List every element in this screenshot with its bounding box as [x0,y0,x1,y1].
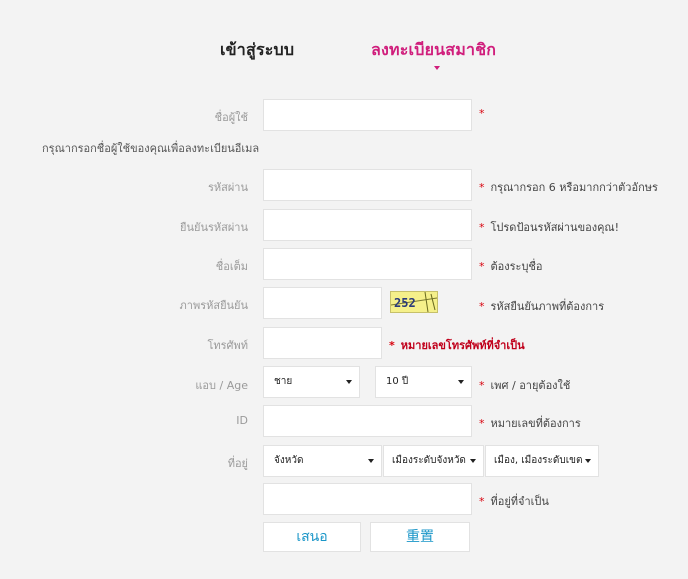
username-input[interactable] [263,99,472,131]
username-required-mark: * [479,107,491,120]
captcha-hint-text: รหัสยืนยันภาพที่ต้องการ [490,300,605,313]
province-select[interactable]: จังหวัด [263,445,382,477]
required-star: * [479,417,485,430]
required-star: * [479,260,485,273]
required-star: * [479,181,485,194]
subdistrict-select[interactable]: เมือง, เมืองระดับเขต [485,445,599,477]
required-star: * [479,300,485,313]
chevron-down-icon [458,380,464,384]
password-hint-text: กรุณากรอก 6 หรือมากกว่าตัวอักษร [490,181,658,194]
required-star: * [479,221,485,234]
captcha-hint: * รหัสยืนยันภาพที่ต้องการ [479,297,604,315]
chevron-down-icon [346,380,352,384]
reset-button[interactable]: 重置 [370,522,470,552]
confirm-password-label: ยืนยันรหัสผ่าน [180,221,248,234]
full-name-hint-text: ต้องระบุชื่อ [490,260,543,273]
gender-select-value: ชาย [274,376,293,387]
address-hint-text: ที่อยู่ที่จำเป็น [490,495,549,508]
age-select-value: 10 ปี [386,376,409,387]
age-select[interactable]: 10 ปี [375,366,472,398]
full-name-hint: * ต้องระบุชื่อ [479,257,543,275]
province-select-value: จังหวัด [274,455,304,466]
submit-button[interactable]: เสนอ [263,522,361,552]
tab-register[interactable]: ลงทะเบียนสมาชิก [371,38,496,63]
phone-hint: * หมายเลขโทรศัพท์ที่จำเป็น [389,336,525,354]
id-input[interactable] [263,405,472,437]
password-label: รหัสผ่าน [207,181,248,194]
gender-age-hint-text: เพศ / อายุต้องใช้ [490,379,571,392]
phone-label: โทรศัพท์ [207,339,248,352]
active-tab-indicator [434,66,440,70]
username-note: กรุณากรอกชื่อผู้ใช้ของคุณเพื่อลงทะเบียนอ… [42,142,260,155]
chevron-down-icon [368,459,374,463]
chevron-down-icon [585,459,591,463]
username-label: ชื่อผู้ใช้ [214,111,248,124]
subdistrict-select-value: เมือง, เมืองระดับเขต [494,455,583,466]
address-label: ที่อยู่ [227,457,248,470]
district-select-value: เมืองระดับจังหวัด [392,455,466,466]
confirm-password-hint-text: โปรดป้อนรหัสผ่านของคุณ! [490,221,620,234]
required-star: * [389,339,395,352]
chevron-down-icon [470,459,476,463]
captcha-label: ภาพรหัสยืนยัน [179,299,248,312]
password-input[interactable] [263,169,472,201]
full-name-label: ชื่อเต็ม [215,260,248,273]
address-hint: * ที่อยู่ที่จำเป็น [479,492,549,510]
registration-page: เข้าสู่ระบบ ลงทะเบียนสมาชิก ชื่อผู้ใช้ *… [0,0,688,579]
id-hint: * หมายเลขที่ต้องการ [479,414,581,432]
full-name-input[interactable] [263,248,472,280]
captcha-image[interactable]: 252 [390,291,438,313]
address-detail-input[interactable] [263,483,472,515]
phone-hint-text: หมายเลขโทรศัพท์ที่จำเป็น [400,339,525,352]
district-select[interactable]: เมืองระดับจังหวัด [383,445,484,477]
id-label: ID [236,414,248,427]
password-hint: * กรุณากรอก 6 หรือมากกว่าตัวอักษร [479,178,658,196]
gender-age-label: แอบ / Age [195,379,248,392]
required-star: * [479,495,485,508]
id-hint-text: หมายเลขที่ต้องการ [490,417,581,430]
gender-age-hint: * เพศ / อายุต้องใช้ [479,376,570,394]
required-star: * [479,379,485,392]
captcha-input[interactable] [263,287,382,319]
captcha-text: 252 [394,296,416,310]
confirm-password-input[interactable] [263,209,472,241]
captcha-graphic: 252 [391,292,437,312]
phone-input[interactable] [263,327,382,359]
gender-select[interactable]: ชาย [263,366,360,398]
confirm-password-hint: * โปรดป้อนรหัสผ่านของคุณ! [479,218,619,236]
tab-login[interactable]: เข้าสู่ระบบ [220,38,294,63]
required-star: * [479,107,485,120]
